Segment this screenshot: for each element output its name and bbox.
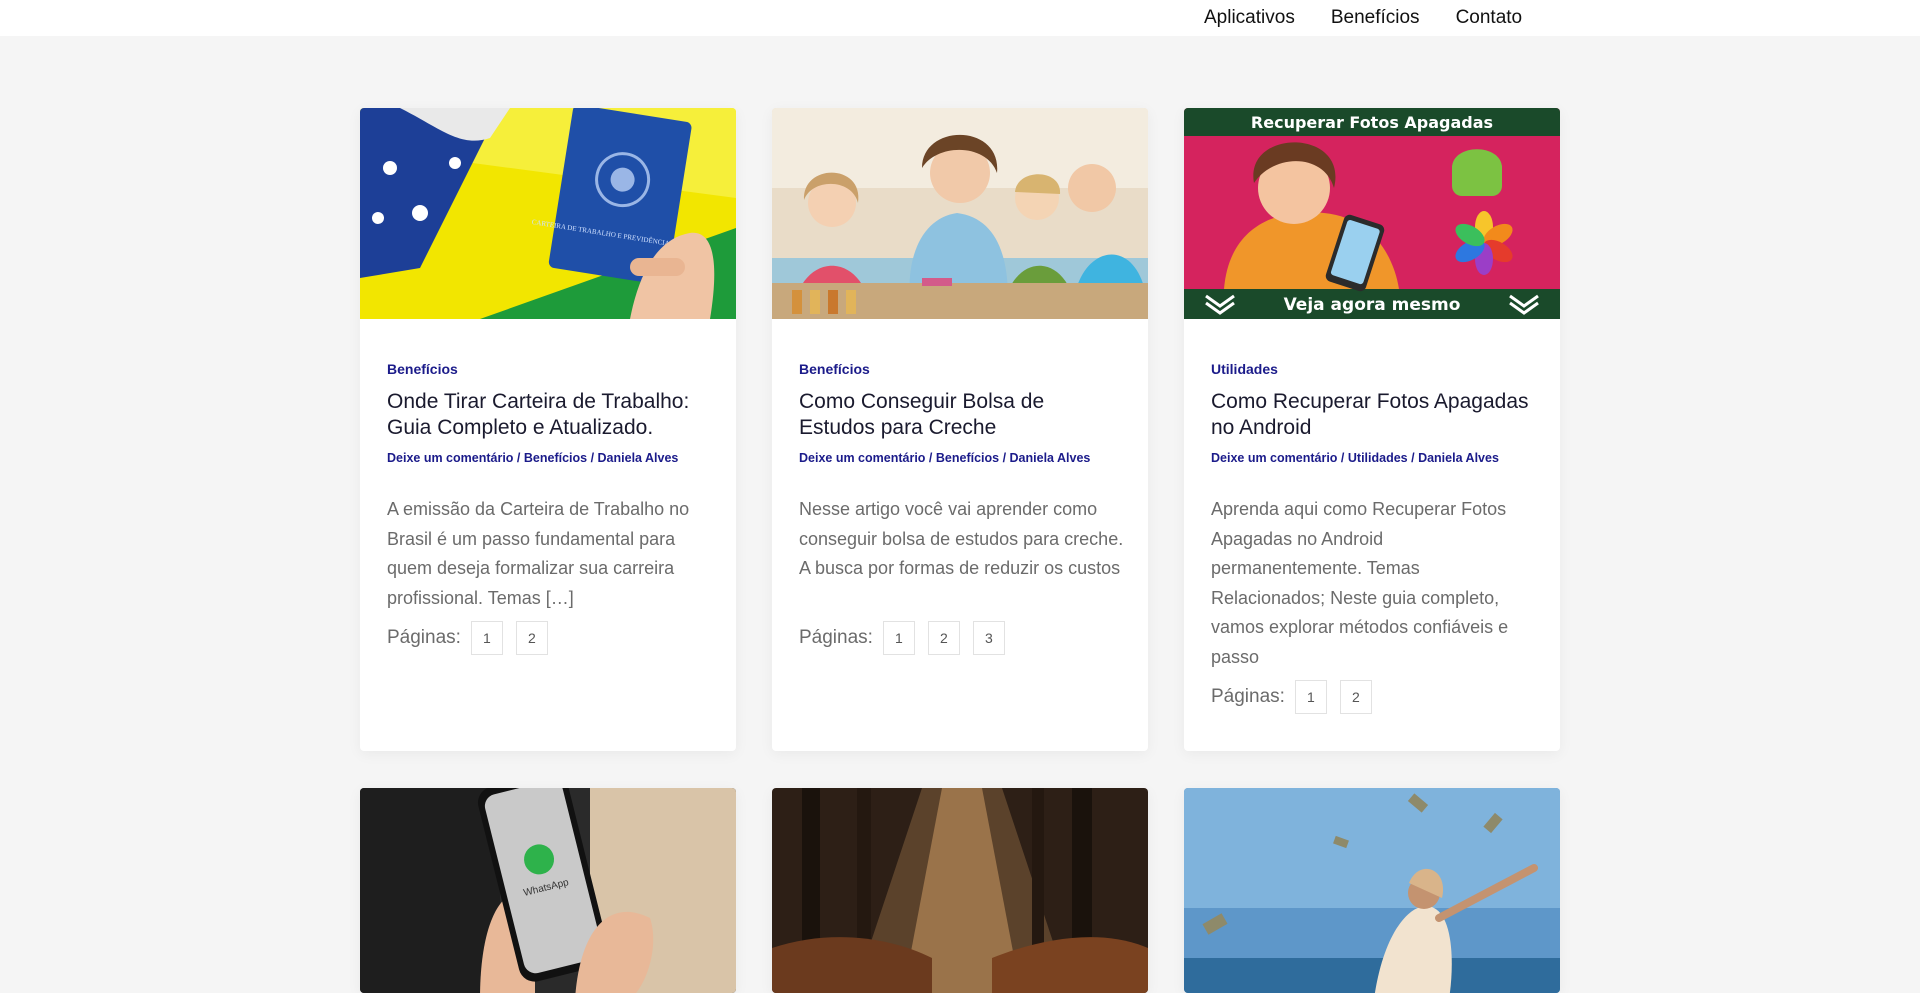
post-card: Recuperar Fotos Apagadas Veja agora mesm…: [1184, 108, 1560, 751]
post-category[interactable]: Benefícios: [799, 361, 870, 377]
meta-separator: /: [1340, 451, 1348, 465]
page-link[interactable]: 3: [972, 621, 1005, 655]
page-link[interactable]: 1: [1294, 680, 1327, 714]
post-card: Benefícios Como Conseguir Bolsa de Estud…: [772, 108, 1148, 751]
post-meta: Deixe um comentário / Utilidades / Danie…: [1211, 451, 1499, 465]
page-link[interactable]: 1: [470, 621, 503, 655]
post-thumbnail-whatsapp[interactable]: WhatsApp: [360, 788, 736, 993]
post-card: [1184, 788, 1560, 993]
nav-item-beneficios[interactable]: Benefícios: [1313, 0, 1438, 36]
post-thumbnail-creche[interactable]: [772, 108, 1148, 319]
post-thumbnail-carteira[interactable]: CARTEIRA DE TRABALHO E PREVIDÊNCIA SOCIA…: [360, 108, 736, 319]
pagination-label: Páginas:: [799, 627, 873, 648]
post-card: [772, 788, 1148, 993]
meta-separator: /: [590, 451, 598, 465]
author-link[interactable]: Daniela Alves: [1010, 451, 1091, 465]
comment-link[interactable]: Deixe um comentário: [387, 451, 513, 465]
comment-link[interactable]: Deixe um comentário: [1211, 451, 1337, 465]
meta-separator: /: [928, 451, 936, 465]
banner-top-text: Recuperar Fotos Apagadas: [1251, 113, 1493, 132]
post-pagination: Páginas: 1 2 3: [799, 621, 1018, 655]
post-title[interactable]: Como Conseguir Bolsa de Estudos para Cre…: [799, 389, 1124, 441]
comment-link[interactable]: Deixe um comentário: [799, 451, 925, 465]
post-excerpt: Nesse artigo você vai aprender como cons…: [799, 499, 1124, 578]
page-link[interactable]: 2: [515, 621, 548, 655]
main-menu: Aplicativos Benefícios Contato: [1186, 0, 1540, 36]
post-meta: Deixe um comentário / Benefícios / Danie…: [799, 451, 1090, 465]
post-excerpt: A emissão da Carteira de Trabalho no Bra…: [387, 499, 690, 608]
author-link[interactable]: Daniela Alves: [1418, 451, 1499, 465]
page-link[interactable]: 2: [1339, 680, 1372, 714]
post-title[interactable]: Como Recuperar Fotos Apagadas no Android: [1211, 389, 1536, 441]
meta-category-link[interactable]: Benefícios: [524, 451, 587, 465]
post-excerpt: Aprenda aqui como Recuperar Fotos Apagad…: [1211, 499, 1509, 667]
meta-separator: /: [1002, 451, 1010, 465]
meta-separator: /: [516, 451, 524, 465]
post-title[interactable]: Onde Tirar Carteira de Trabalho: Guia Co…: [387, 389, 712, 441]
post-category[interactable]: Benefícios: [387, 361, 458, 377]
post-meta: Deixe um comentário / Benefícios / Danie…: [387, 451, 678, 465]
nav-item-contato[interactable]: Contato: [1438, 0, 1541, 36]
page-link[interactable]: 2: [927, 621, 960, 655]
post-pagination: Páginas: 1 2: [1211, 680, 1385, 714]
top-navigation-bar: Aplicativos Benefícios Contato: [0, 0, 1920, 36]
post-category[interactable]: Utilidades: [1211, 361, 1278, 377]
pagination-label: Páginas:: [1211, 686, 1285, 707]
post-card: WhatsApp: [360, 788, 736, 993]
page-link[interactable]: 1: [882, 621, 915, 655]
author-link[interactable]: Daniela Alves: [598, 451, 679, 465]
post-thumbnail-forest[interactable]: [772, 788, 1148, 993]
pagination-label: Páginas:: [387, 627, 461, 648]
post-thumbnail-recuperar-fotos[interactable]: Recuperar Fotos Apagadas Veja agora mesm…: [1184, 108, 1560, 319]
banner-bottom-text: Veja agora mesmo: [1284, 295, 1461, 315]
meta-category-link[interactable]: Benefícios: [936, 451, 999, 465]
nav-item-aplicativos[interactable]: Aplicativos: [1186, 0, 1313, 36]
post-pagination: Páginas: 1 2: [387, 621, 561, 655]
meta-category-link[interactable]: Utilidades: [1348, 451, 1408, 465]
post-card: CARTEIRA DE TRABALHO E PREVIDÊNCIA SOCIA…: [360, 108, 736, 751]
post-thumbnail-money[interactable]: [1184, 788, 1560, 993]
